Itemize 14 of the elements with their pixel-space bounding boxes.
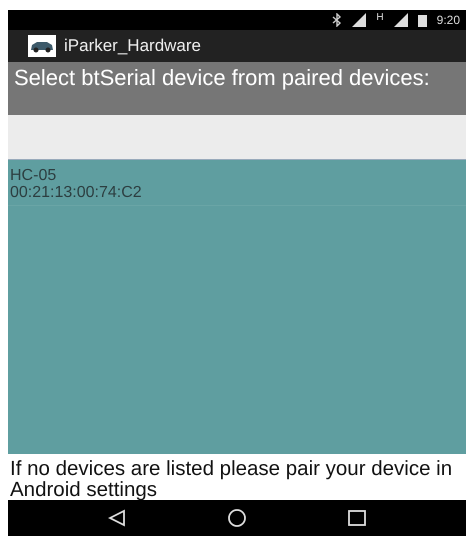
bluetooth-icon — [332, 13, 342, 27]
back-icon[interactable] — [108, 509, 126, 527]
device-item[interactable]: HC-05 00:21:13:00:74:C2 — [8, 160, 466, 206]
recents-icon[interactable] — [348, 510, 366, 526]
clock: 9:20 — [436, 13, 460, 27]
car-icon — [28, 35, 56, 57]
home-icon[interactable] — [226, 508, 247, 528]
header-text: Select btSerial device from paired devices: — [14, 65, 430, 90]
battery-icon — [418, 14, 427, 26]
signal-icon — [394, 13, 408, 27]
network-type: H — [376, 12, 384, 23]
app-title: iParker_Hardware — [64, 36, 201, 56]
signal-icon — [352, 13, 366, 27]
footer-text: If no devices are listed please pair your device in Android settings — [9, 456, 454, 500]
